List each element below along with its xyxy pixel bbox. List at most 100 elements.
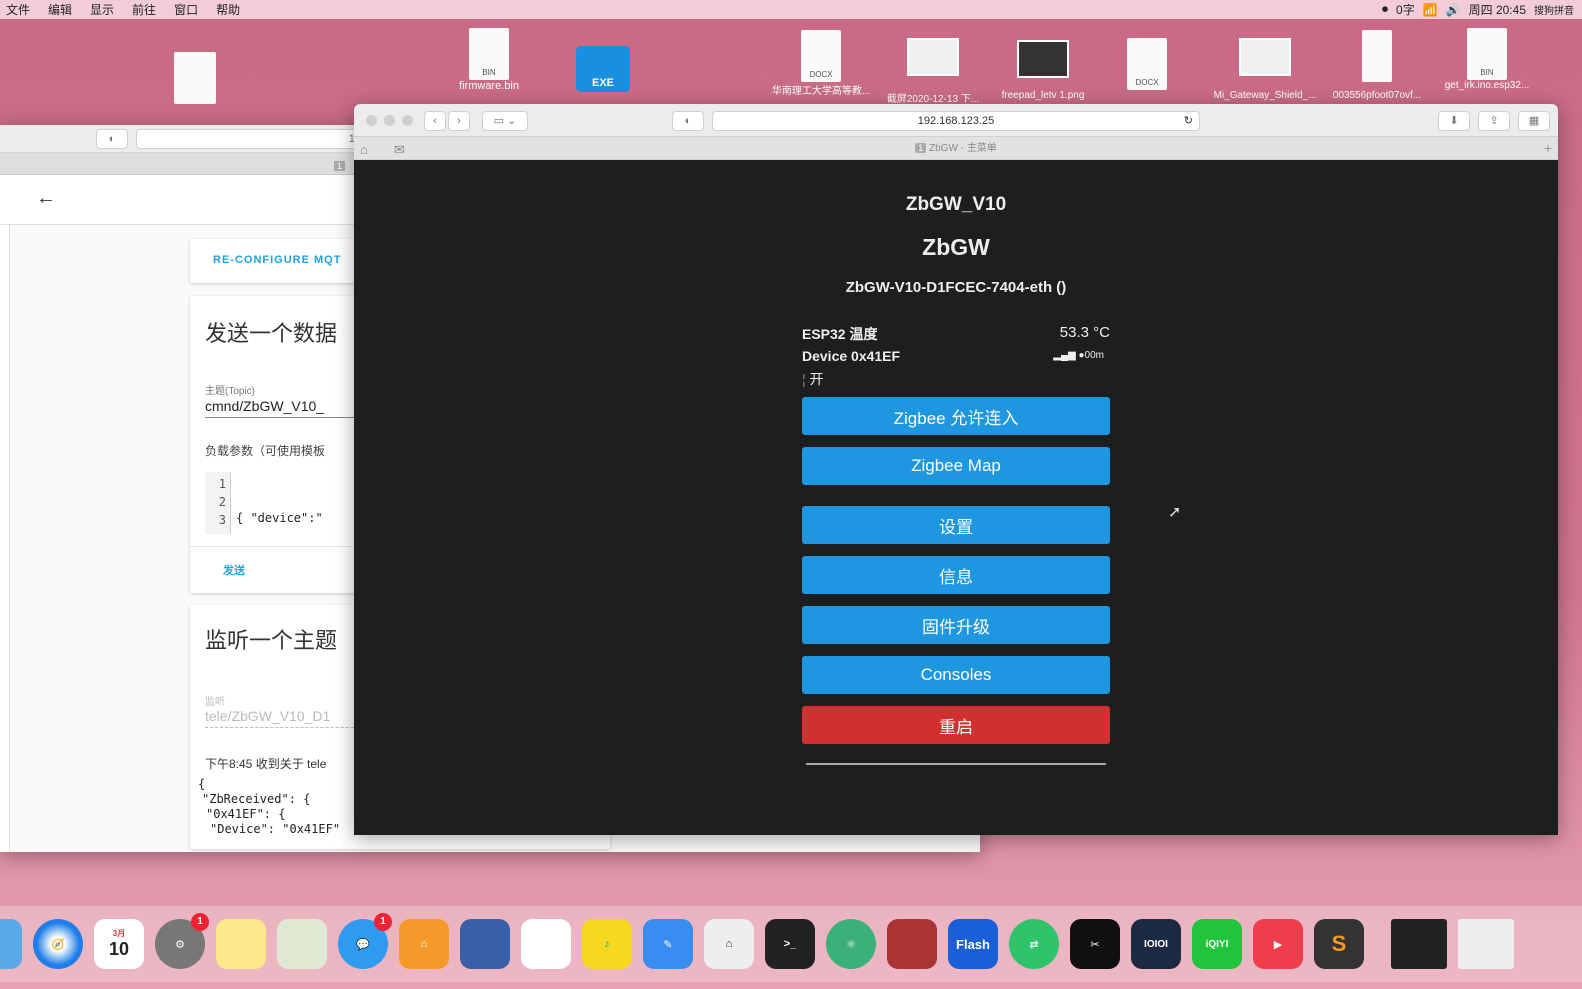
minimized-window[interactable]: [1391, 919, 1447, 969]
flash-app-icon[interactable]: Flash: [948, 919, 998, 969]
reconfigure-mqtt-button[interactable]: RE-CONFIGURE MQT: [213, 254, 341, 266]
input-method[interactable]: 搜狗拼音: [1534, 2, 1574, 17]
video-player-icon[interactable]: ▶: [1253, 919, 1303, 969]
desktop-file[interactable]: freepad_letv 1.png: [988, 40, 1098, 101]
listen-title: 监听一个主题: [205, 628, 338, 653]
circuit-app-icon[interactable]: ⌂: [704, 919, 754, 969]
device-title: ZbGW_V10: [905, 194, 1007, 215]
listen-label: 监听: [205, 697, 225, 708]
json-line: {: [198, 777, 206, 791]
menu-edit[interactable]: 编辑: [48, 1, 72, 18]
privacy-icon[interactable]: ◐: [672, 111, 704, 131]
serial-app-icon[interactable]: IOIOI: [1131, 919, 1181, 969]
tab-badge: 1: [334, 161, 346, 171]
power-state: ¦ 开: [802, 371, 824, 387]
notes-icon[interactable]: [216, 919, 266, 969]
new-tab-button[interactable]: +: [1544, 137, 1552, 159]
desktop-file[interactable]: DOCX: [1092, 38, 1202, 90]
reload-icon[interactable]: ↻: [1184, 112, 1193, 130]
active-tab[interactable]: 1 ZbGW - 主菜单: [915, 143, 997, 154]
desktop-file[interactable]: BIN firmware.bin: [434, 28, 544, 92]
forward-icon[interactable]: ›: [448, 111, 470, 131]
menu-view[interactable]: 显示: [90, 1, 114, 18]
clock[interactable]: 周四 20:45: [1469, 1, 1526, 18]
home-icon[interactable]: ⌂: [360, 139, 368, 161]
messages-icon[interactable]: 💬 1: [338, 913, 392, 969]
dock: 🧭 3月 10 ⚙ 1 💬 1 ⌂ ✿ ♪ ✎ ⌂ >_ ⚛ Flash ⇄ ✂ IO…: [0, 906, 1582, 982]
device-row: Device 0x41EF ▂▄▆ ●00m: [802, 348, 1104, 364]
calendar-icon[interactable]: 3月 10: [94, 919, 144, 969]
photo-booth-icon[interactable]: [887, 919, 937, 969]
json-line: "ZbReceived": {: [202, 792, 311, 806]
device-subtitle: ZbGW: [922, 234, 990, 260]
send-title: 发送一个数据: [205, 321, 338, 346]
zigbee-map-button[interactable]: Zigbee Map: [802, 447, 1110, 485]
consoles-button[interactable]: Consoles: [802, 656, 1110, 694]
capcut-icon[interactable]: ✂: [1070, 919, 1120, 969]
system-preferences-icon[interactable]: ⚙ 1: [155, 913, 209, 969]
share-icon[interactable]: ⇪: [1478, 111, 1510, 131]
received-message-header: 下午8:45 收到关于 tele: [205, 757, 327, 771]
home-app-icon[interactable]: ⌂: [399, 919, 449, 969]
json-line: "Device": "0x41EF": [210, 822, 341, 836]
desktop-file[interactable]: 003556pfoot07ovf...: [1322, 30, 1432, 101]
info-button[interactable]: 信息: [802, 556, 1110, 594]
address-bar[interactable]: 19: [136, 129, 366, 149]
toolbar: ‹ › ▭ ⌄ ◐ 192.168.123.25 ↻ ⬇ ⇪ ▦: [354, 104, 1558, 137]
usb-app-icon[interactable]: ⇄: [1009, 919, 1059, 969]
send-button[interactable]: 发送: [223, 562, 245, 578]
mouse-cursor-icon: ➚: [1168, 504, 1182, 521]
pencil-app-icon[interactable]: ✎: [643, 919, 693, 969]
desktop-file[interactable]: Mi_Gateway_Shield_...: [1210, 38, 1320, 101]
settings-button[interactable]: 设置: [802, 506, 1110, 544]
wifi-icon[interactable]: 📶: [1423, 3, 1438, 17]
sublime-text-icon[interactable]: S: [1314, 919, 1364, 969]
privacy-icon[interactable]: ◐: [96, 129, 128, 149]
volume-icon[interactable]: 🔊: [1446, 3, 1461, 17]
download-icon[interactable]: ⬇: [1438, 111, 1470, 131]
payload-label: 负载参数（可使用模板: [205, 444, 326, 458]
zigbee-permit-join-button[interactable]: Zigbee 允许连入: [802, 397, 1110, 435]
maps-icon[interactable]: [277, 919, 327, 969]
browser-window: ‹ › ▭ ⌄ ◐ 192.168.123.25 ↻ ⬇ ⇪ ▦ ⌂ ✉ 1 Zb…: [354, 104, 1558, 835]
url-text: 192.168.123.25: [917, 115, 995, 127]
tabs-overview-icon[interactable]: ▦: [1518, 111, 1550, 131]
desktop-file[interactable]: EXE: [548, 46, 658, 92]
menu-file[interactable]: 文件: [6, 1, 30, 18]
signal-icon: ▂▄▆: [1053, 350, 1076, 361]
safari-icon[interactable]: 🧭: [33, 919, 83, 969]
virtualbox-icon[interactable]: [460, 919, 510, 969]
terminal-icon[interactable]: >_: [765, 919, 815, 969]
photos-icon[interactable]: ✿: [521, 919, 571, 969]
restart-button[interactable]: 重启: [802, 706, 1110, 744]
json-line: "0x41EF": {: [206, 807, 286, 821]
record-icon[interactable]: ⏺: [1382, 2, 1388, 17]
sensor-row: ESP32 温度 53.3 °C: [802, 324, 1110, 342]
device-hostname: ZbGW-V10-D1FCEC-7404-eth (): [845, 279, 1067, 296]
back-arrow-icon[interactable]: ←: [36, 187, 56, 210]
bookmark-icon[interactable]: ✉: [394, 139, 405, 161]
desktop-file[interactable]: 截屏2020-12-13 下...: [878, 38, 988, 105]
atom-icon[interactable]: ⚛: [826, 919, 876, 969]
iqiyi-icon[interactable]: iQIYI: [1192, 919, 1242, 969]
divider: [806, 763, 1106, 765]
firmware-upgrade-button[interactable]: 固件升级: [802, 606, 1110, 644]
address-bar[interactable]: 192.168.123.25 ↻: [712, 111, 1200, 131]
back-icon[interactable]: ‹: [424, 111, 446, 131]
received-json: { "ZbReceived": { "0x41EF": { "Device": …: [198, 777, 340, 837]
web-content: ZbGW_V10 ZbGW ZbGW-V10-D1FCEC-7404-eth (…: [354, 160, 1558, 835]
minimized-window[interactable]: [1458, 919, 1514, 969]
music-icon[interactable]: ♪: [582, 919, 632, 969]
menu-help[interactable]: 帮助: [216, 1, 240, 18]
menu-window[interactable]: 窗口: [174, 1, 198, 18]
menu-go[interactable]: 前往: [132, 1, 156, 18]
sidebar-icon[interactable]: ▭ ⌄: [482, 111, 528, 131]
desktop-file[interactable]: [140, 52, 250, 104]
desktop-file[interactable]: DOCX 华南理工大学高等教...: [766, 30, 876, 97]
desktop-file[interactable]: BIN get_irk.ino.esp32...: [1432, 28, 1542, 91]
minimize-button[interactable]: [384, 115, 395, 126]
close-button[interactable]: [366, 115, 377, 126]
zoom-button[interactable]: [402, 115, 413, 126]
finder-icon[interactable]: [0, 919, 22, 969]
word-count[interactable]: 0字: [1396, 1, 1415, 18]
